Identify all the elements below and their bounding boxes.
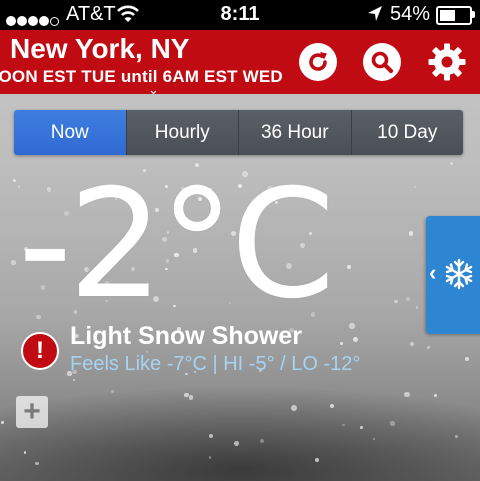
snowflake-dot <box>260 439 264 443</box>
forecast-tabs: Now Hourly 36 Hour 10 Day <box>14 110 463 155</box>
snowflake-dot <box>188 395 194 400</box>
snowflake-dot <box>409 342 414 346</box>
snowflake-dot <box>1 420 5 424</box>
settings-button[interactable] <box>427 42 467 82</box>
snowflake-dot <box>291 404 297 411</box>
side-panel-toggle[interactable]: ‹ <box>426 216 480 334</box>
chevron-left-icon: ‹ <box>429 260 437 285</box>
location-arrow-icon <box>367 5 383 29</box>
snowflake-dot <box>349 323 355 329</box>
snowflake-dot <box>426 345 430 349</box>
snowflake-dot <box>340 342 343 345</box>
battery-tip <box>472 11 475 18</box>
snowflake-dot <box>208 456 212 459</box>
snowflake-dot <box>11 260 16 265</box>
search-icon <box>363 43 401 81</box>
battery-icon <box>436 6 472 25</box>
add-location-button[interactable]: + <box>16 396 48 428</box>
snowflake-dot <box>208 433 213 438</box>
condition-text: Light Snow Shower <box>70 322 302 350</box>
tab-now[interactable]: Now <box>14 110 126 155</box>
snowflake-dot <box>234 440 240 446</box>
refresh-icon <box>299 43 337 81</box>
location-title[interactable]: New York, NY <box>10 33 189 65</box>
status-bar: AT&T 8:11 54% <box>0 0 480 30</box>
alert-ticker[interactable]: NOON EST TUE until 6AM EST WED <box>0 67 294 89</box>
current-temperature: -2°C <box>18 158 335 332</box>
alert-icon[interactable]: ! <box>21 332 59 370</box>
refresh-button[interactable] <box>298 42 338 82</box>
snowflake-dot <box>449 162 453 166</box>
snowflake-dot <box>23 451 27 454</box>
snowflake-dot <box>347 264 352 269</box>
snowflake-dot <box>406 296 410 301</box>
tab-hourly[interactable]: Hourly <box>125 110 238 155</box>
snowflake-dot <box>183 392 189 398</box>
search-button[interactable] <box>362 42 402 82</box>
alert-ticker-text: NOON EST TUE until 6AM EST WED <box>0 67 283 86</box>
snowflake-dot <box>390 421 395 426</box>
chevron-down-icon[interactable]: ⌄ <box>148 82 159 98</box>
feels-like-text: Feels Like -7°C | HI -5° / LO -12° <box>70 353 361 375</box>
snowflake-icon <box>445 258 473 290</box>
snowflake-dot <box>315 457 319 462</box>
tab-10-day[interactable]: 10 Day <box>350 110 463 155</box>
battery-percent: 54% <box>390 3 431 25</box>
gear-icon <box>428 43 466 81</box>
tab-36-hour[interactable]: 36 Hour <box>238 110 351 155</box>
app-header: New York, NY NOON EST TUE until 6AM EST … <box>0 30 480 97</box>
